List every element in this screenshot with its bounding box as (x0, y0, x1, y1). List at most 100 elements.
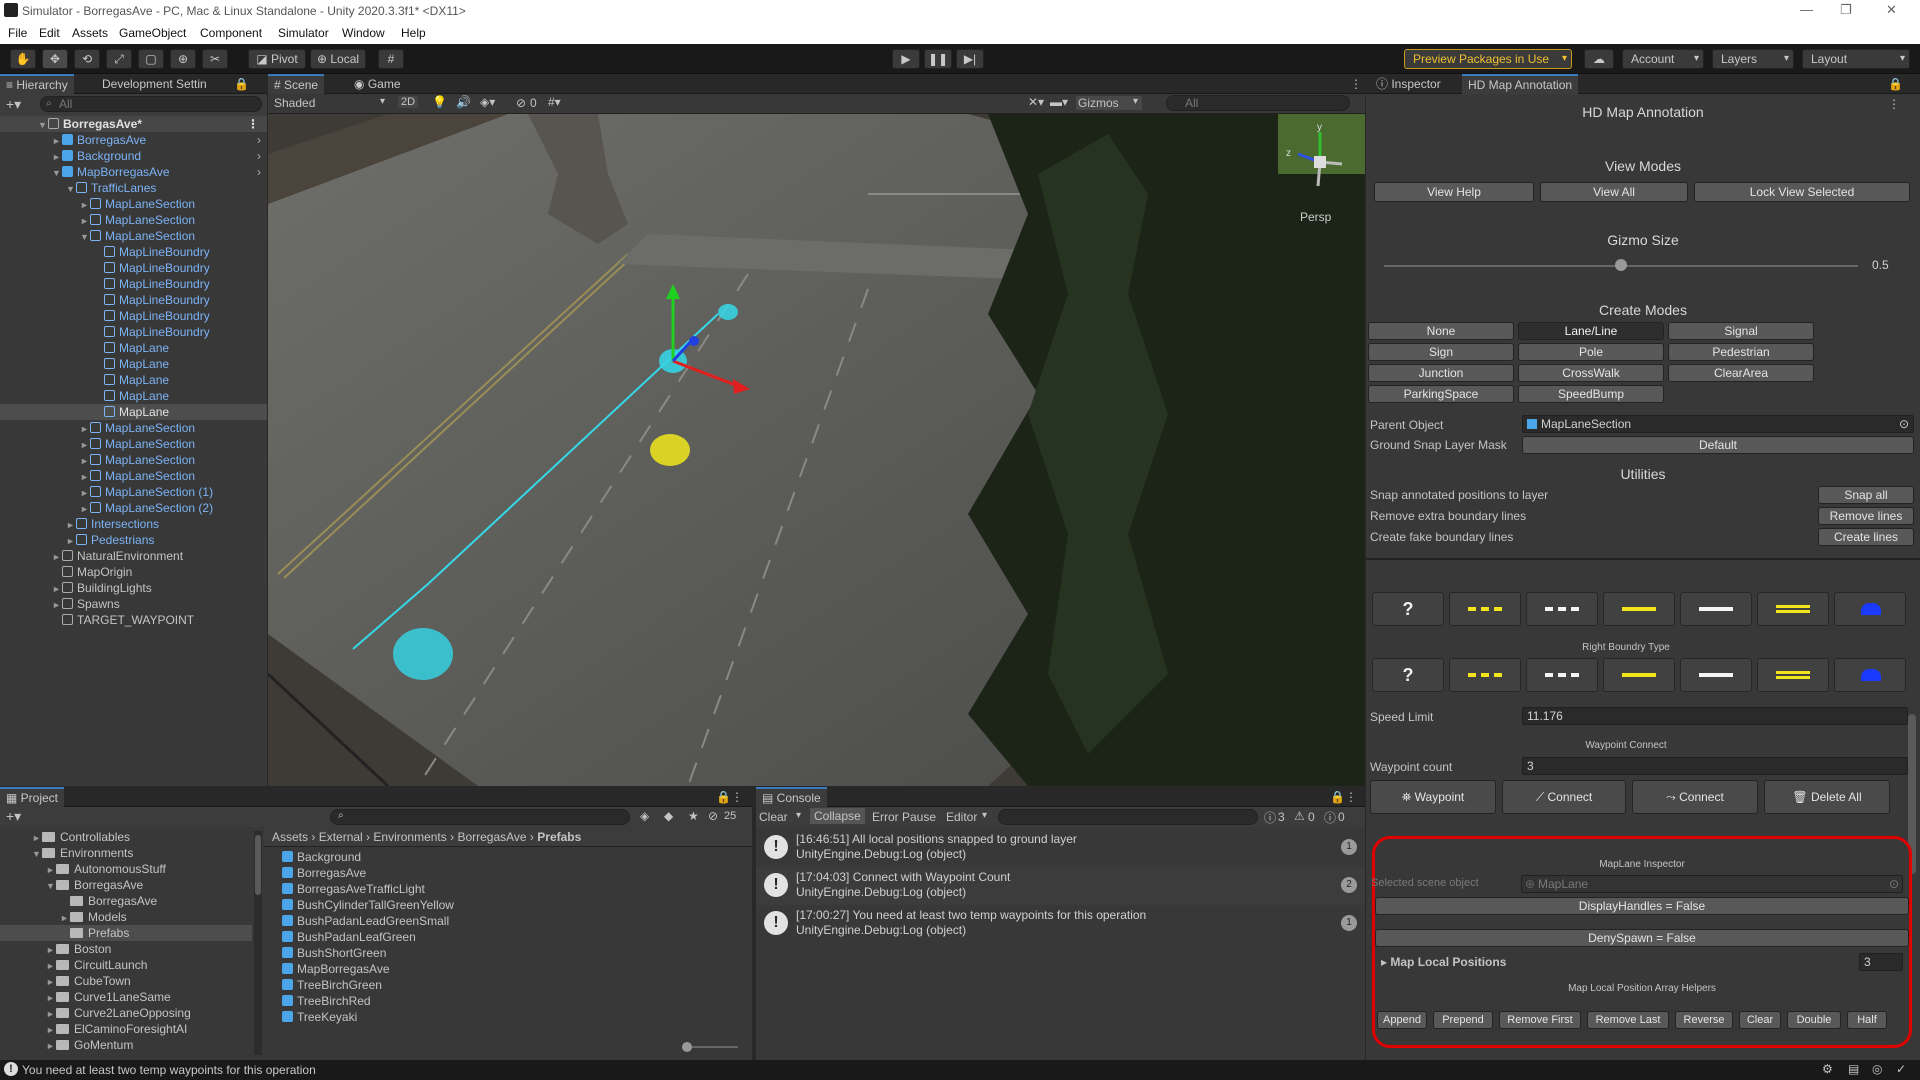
cloud-icon[interactable]: ☁ (1584, 49, 1614, 69)
hierarchy-item[interactable]: MapLane (0, 388, 267, 404)
project-search-input[interactable] (330, 809, 630, 825)
menu-edit[interactable]: Edit (39, 26, 60, 40)
gizmos-dropdown[interactable]: Gizmos (1076, 96, 1142, 110)
menu-simulator[interactable]: Simulator (278, 26, 329, 40)
audio-icon[interactable]: 🔊 (456, 95, 471, 109)
close-icon[interactable]: ✕ (1886, 2, 1897, 18)
favorite-icon[interactable]: ★ (688, 809, 699, 823)
left-boundary-unknown-line-button[interactable]: ? (1372, 592, 1444, 626)
hierarchy-item[interactable]: ► MapLaneSection (0, 420, 267, 436)
folder-arrow-icon[interactable]: ► (46, 1006, 56, 1022)
step-button[interactable]: ▶| (956, 49, 984, 69)
folder-arrow-icon[interactable]: ► (46, 1038, 56, 1054)
hierarchy-item[interactable]: MapLineBoundry (0, 244, 267, 260)
project-asset[interactable]: MapBorregasAve (282, 961, 390, 977)
right-boundary-curb-button[interactable] (1834, 658, 1906, 692)
project-asset[interactable]: TreeKeyaki (282, 1009, 357, 1025)
hierarchy-item[interactable]: MapLineBoundry (0, 324, 267, 340)
left-boundary-double-yellow-line-button[interactable] (1757, 592, 1829, 626)
hierarchy-item[interactable]: ▼ TrafficLanes (0, 180, 267, 196)
hierarchy-item[interactable]: ▼ MapLaneSection (0, 228, 267, 244)
menu-window[interactable]: Window (342, 26, 385, 40)
minimize-icon[interactable]: — (1800, 2, 1813, 17)
create-mode-cleararea-button[interactable]: ClearArea (1668, 364, 1814, 382)
open-prefab-icon[interactable]: › (257, 132, 261, 148)
create-lines-button[interactable]: Create lines (1818, 528, 1914, 546)
add-icon[interactable]: +▾ (6, 808, 21, 825)
collapse-arrow-icon[interactable]: ► (52, 597, 62, 613)
expand-arrow-icon[interactable]: ▼ (38, 117, 48, 133)
rect-tool-icon[interactable]: ▢ (138, 49, 164, 69)
custom-tool-icon[interactable]: ✂ (202, 49, 228, 69)
view-all-button[interactable]: View All (1540, 182, 1688, 202)
lock-icon[interactable]: 🔒⋮ (1324, 787, 1363, 807)
folder-arrow-icon[interactable]: ► (60, 910, 70, 926)
create-mode-pole-button[interactable]: Pole (1518, 343, 1664, 361)
remove-last-button[interactable]: Remove Last (1587, 1011, 1669, 1029)
folder-arrow-icon[interactable]: ► (46, 942, 56, 958)
filter-type-icon[interactable]: ◈ (640, 809, 649, 823)
folder-arrow-icon[interactable]: ► (46, 958, 56, 974)
breadcrumb-current[interactable]: Prefabs (537, 830, 581, 844)
folder-arrow-icon[interactable]: ► (46, 990, 56, 1006)
right-boundary-unknown-line-button[interactable]: ? (1372, 658, 1444, 692)
menu-component[interactable]: Component (200, 26, 262, 40)
project-asset[interactable]: BushPadanLeadGreenSmall (282, 913, 449, 929)
connect-line-button[interactable]: ⟋ Connect (1502, 780, 1626, 814)
console-search-input[interactable] (998, 809, 1258, 825)
clear-console-button[interactable]: Clear (759, 810, 788, 824)
rotate-tool-icon[interactable]: ⟲ (74, 49, 100, 69)
error-pause-toggle[interactable]: Error Pause (872, 810, 936, 824)
panel-menu-icon[interactable]: ⋮ (1344, 74, 1368, 94)
pivot-toggle[interactable]: ◪ Pivot (248, 49, 306, 69)
hierarchy-item[interactable]: MapLineBoundry (0, 260, 267, 276)
tab-inspector[interactable]: ⓘ Inspector (1370, 74, 1447, 94)
right-boundary-double-yellow-line-button[interactable] (1757, 658, 1829, 692)
project-folder[interactable]: ▼ Environments (0, 845, 252, 861)
expand-arrow-icon[interactable]: ▼ (80, 229, 90, 245)
left-boundary-dashed-yellow-line-button[interactable] (1449, 592, 1521, 626)
collab-icon[interactable]: ✓ (1896, 1062, 1906, 1076)
waypoint-marker-yellow[interactable] (650, 434, 690, 466)
orientation-gizmo[interactable]: y z Persp (1280, 122, 1360, 224)
collapse-arrow-icon[interactable]: ► (80, 501, 90, 517)
layers-dropdown[interactable]: Layers (1712, 49, 1794, 69)
filter-label-icon[interactable]: ◆ (664, 809, 673, 823)
project-folder[interactable]: ► GoMentum (0, 1037, 252, 1053)
expand-arrow-icon[interactable]: ▼ (52, 165, 62, 181)
editor-dropdown[interactable]: Editor (946, 810, 977, 824)
lock-icon[interactable]: 🔒⋮ (710, 787, 749, 807)
transform-tool-icon[interactable]: ⊕ (170, 49, 196, 69)
project-folder[interactable]: ► Controllables (0, 829, 252, 845)
project-folder[interactable]: ► ElCaminoForesightAI (0, 1021, 252, 1037)
create-mode-crosswalk-button[interactable]: CrossWalk (1518, 364, 1664, 382)
auto-generate-lighting-icon[interactable]: ◎ (1872, 1062, 1882, 1076)
right-boundary-dashed-white-line-button[interactable] (1526, 658, 1598, 692)
project-folder[interactable]: ► Curve2LaneOpposing (0, 1005, 252, 1021)
snap-all-button[interactable]: Snap all (1818, 486, 1914, 504)
account-dropdown[interactable]: Account (1622, 49, 1704, 69)
create-mode-pedestrian-button[interactable]: Pedestrian (1668, 343, 1814, 361)
project-asset[interactable]: BorregasAve (282, 865, 366, 881)
collapse-arrow-icon[interactable]: ► (66, 517, 76, 533)
waypoint-handle[interactable] (393, 628, 453, 680)
project-folder[interactable]: ► CircuitLaunch (0, 957, 252, 973)
left-boundary-curb-button[interactable] (1834, 592, 1906, 626)
lock-view-selected-button[interactable]: Lock View Selected (1694, 182, 1910, 202)
expand-arrow-icon[interactable]: ▼ (66, 181, 76, 197)
console-entry[interactable]: ! [17:00:27] You need at least two temp w… (756, 905, 1365, 943)
hierarchy-item[interactable]: ► MapLaneSection (0, 196, 267, 212)
local-toggle[interactable]: ⊕ Local (310, 49, 366, 69)
hierarchy-item[interactable]: MapLineBoundry (0, 308, 267, 324)
project-folder[interactable]: ► CubeTown (0, 973, 252, 989)
tab-development-settings[interactable]: Development Settin (96, 74, 213, 94)
folder-arrow-icon[interactable]: ► (46, 974, 56, 990)
hierarchy-item[interactable]: ▼ MapBorregasAve › (0, 164, 267, 180)
folder-arrow-icon[interactable]: ► (46, 862, 56, 878)
project-tree-scrollbar[interactable] (254, 831, 262, 1055)
preview-packages-button[interactable]: Preview Packages in Use (1404, 49, 1572, 69)
hierarchy-item[interactable]: MapLane (0, 404, 267, 420)
tools-icon[interactable]: ✕▾ (1028, 95, 1044, 109)
play-button[interactable]: ▶ (892, 49, 920, 69)
hierarchy-item[interactable]: MapLineBoundry (0, 292, 267, 308)
